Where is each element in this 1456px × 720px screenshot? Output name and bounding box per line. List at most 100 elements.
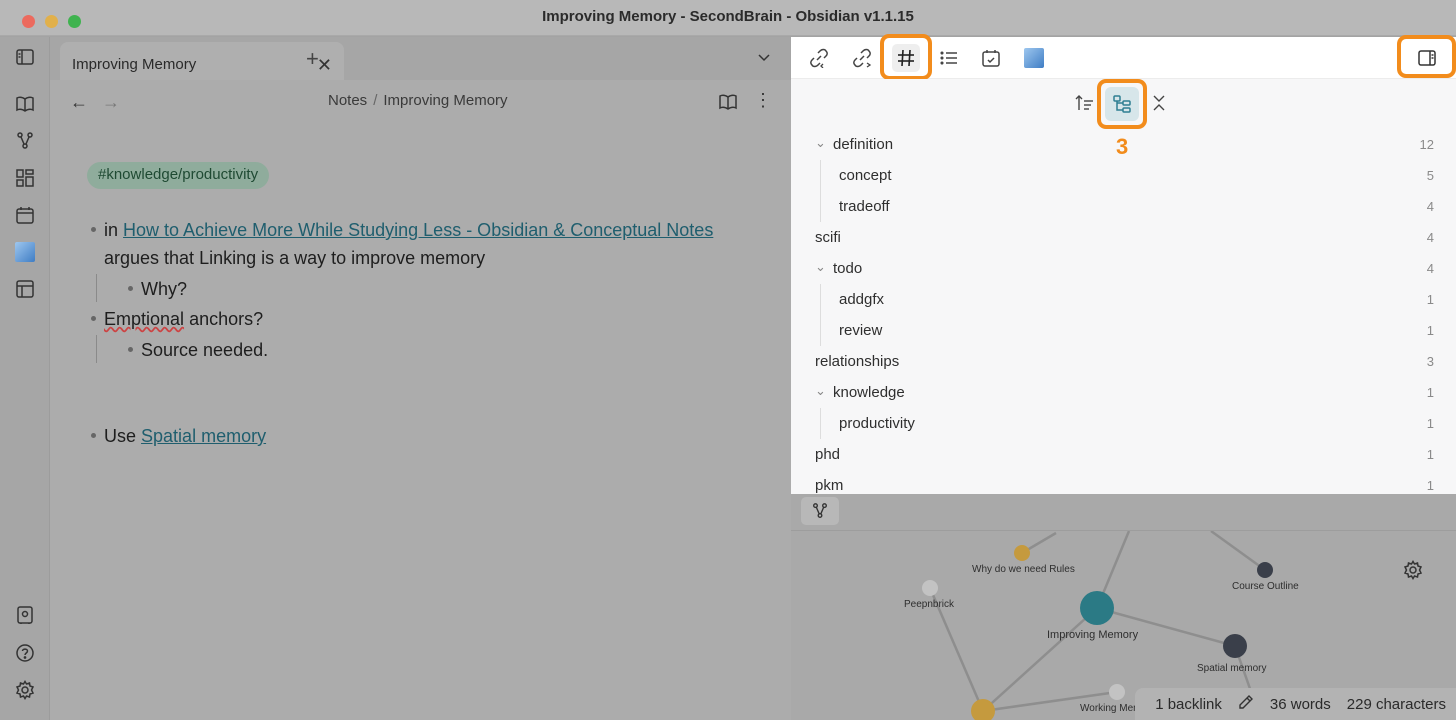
- breadcrumb-folder[interactable]: Notes: [328, 92, 367, 109]
- pencil-icon[interactable]: [1238, 694, 1254, 714]
- bullet-dot: [91, 432, 96, 438]
- title-bar: Improving Memory - SecondBrain - Obsidia…: [0, 0, 1456, 36]
- graph-node-active[interactable]: [1080, 591, 1114, 625]
- tag-item-tradeoff[interactable]: tradeoff 4: [791, 191, 1456, 222]
- graph-view-icon: [813, 503, 827, 518]
- backlinks-icon[interactable]: [805, 44, 833, 72]
- layout-icon[interactable]: [12, 276, 38, 302]
- graph-node[interactable]: [1109, 684, 1125, 700]
- reading-view-icon[interactable]: [718, 92, 738, 117]
- gradient-square-icon[interactable]: [1020, 44, 1048, 72]
- backlink-count[interactable]: 1 backlink: [1155, 696, 1222, 713]
- graph-node[interactable]: [922, 580, 938, 596]
- tag-item-concept[interactable]: concept 5: [791, 160, 1456, 191]
- bullet-dot: [91, 226, 96, 232]
- highlight-box-sidebar-toggle: [1397, 35, 1456, 78]
- tag-count: 1: [1426, 416, 1434, 431]
- calendar-icon[interactable]: [12, 202, 38, 228]
- tag-name: phd: [815, 446, 841, 463]
- breadcrumb-note[interactable]: Improving Memory: [383, 92, 507, 109]
- tag-name: knowledge: [833, 384, 905, 401]
- tab-title: Improving Memory: [72, 56, 197, 73]
- tag-pane-controls: 3: [791, 79, 1456, 159]
- chevron-down-icon[interactable]: ⌄: [815, 135, 826, 151]
- indent-guide: [96, 274, 97, 302]
- tag-item-relationships[interactable]: relationships 3: [791, 346, 1456, 377]
- list-item: Why?: [128, 279, 187, 300]
- vault-icon[interactable]: [12, 602, 38, 628]
- close-icon[interactable]: ✕: [317, 55, 332, 76]
- outline-list-icon[interactable]: [935, 44, 963, 72]
- outgoing-links-icon[interactable]: [848, 44, 876, 72]
- tag-name: scifi: [815, 229, 841, 246]
- back-arrow-icon[interactable]: ←: [70, 92, 88, 113]
- tag-count: 4: [1426, 230, 1434, 245]
- graph-node[interactable]: [1223, 634, 1247, 658]
- graph-tab[interactable]: [801, 497, 839, 525]
- tag-count: 3: [1426, 354, 1434, 369]
- line-text: Use: [104, 426, 137, 446]
- tag-count: 4: [1426, 199, 1434, 214]
- tag-tree: ⌄ definition 12 concept 5 tradeoff 4 sci…: [791, 129, 1456, 494]
- graph-node-label: Improving Memory: [1047, 629, 1139, 641]
- gradient-square-icon[interactable]: [12, 239, 38, 265]
- open-book-icon[interactable]: [12, 91, 38, 117]
- tag-count: 1: [1426, 478, 1434, 493]
- tag-item-pkm[interactable]: pkm 1: [791, 470, 1456, 494]
- tag-name: concept: [839, 167, 892, 184]
- help-icon[interactable]: [12, 640, 38, 666]
- graph-node-label: Peepnbrick: [904, 599, 955, 610]
- tag-item-phd[interactable]: phd 1: [791, 439, 1456, 470]
- tag-name: productivity: [839, 415, 915, 432]
- chevron-down-icon[interactable]: ⌄: [815, 383, 826, 399]
- internal-link[interactable]: Spatial memory: [141, 426, 266, 446]
- tag-name: tradeoff: [839, 198, 890, 215]
- graph-node[interactable]: [1257, 562, 1273, 578]
- settings-icon[interactable]: [12, 677, 38, 703]
- sort-icon[interactable]: [1075, 93, 1095, 118]
- more-options-icon[interactable]: ⋮: [754, 90, 772, 111]
- collapse-all-icon[interactable]: [1151, 93, 1167, 118]
- forward-arrow-icon[interactable]: →: [102, 92, 120, 113]
- tag-name: pkm: [815, 477, 844, 494]
- sidebar-toggle-icon[interactable]: [12, 44, 38, 70]
- tag-count: 12: [1419, 137, 1434, 152]
- indent-guide: [96, 335, 97, 363]
- tag-name: relationships: [815, 353, 900, 370]
- tab-improving-memory[interactable]: Improving Memory ✕: [60, 42, 344, 80]
- graph-node[interactable]: [1014, 545, 1030, 561]
- calendar-check-icon[interactable]: [977, 44, 1005, 72]
- new-tab-button[interactable]: +: [306, 46, 319, 72]
- internal-link[interactable]: How to Achieve More While Studying Less …: [123, 220, 713, 240]
- character-count: 229 characters: [1346, 695, 1446, 713]
- tag-name: definition: [833, 136, 894, 153]
- chevron-down-icon[interactable]: ⌄: [815, 259, 826, 275]
- callout-number: 3: [1116, 134, 1129, 159]
- tag-item-productivity[interactable]: productivity 1: [791, 408, 1456, 439]
- tag-item-review[interactable]: review 1: [791, 315, 1456, 346]
- chevron-down-icon[interactable]: [757, 50, 771, 69]
- tag-item-knowledge[interactable]: ⌄ knowledge 1: [791, 377, 1456, 408]
- window-title: Improving Memory - SecondBrain - Obsidia…: [542, 8, 914, 25]
- graph-node-label: Working Mem: [1080, 703, 1142, 714]
- tag-count: 4: [1426, 261, 1434, 276]
- tag-pill[interactable]: #knowledge/productivity: [87, 162, 270, 189]
- misspelled-word[interactable]: Emptional: [104, 309, 184, 329]
- tag-count: 1: [1426, 385, 1434, 400]
- highlight-box-tree-view: [1097, 79, 1147, 129]
- tag-item-todo[interactable]: ⌄ todo 4: [791, 253, 1456, 284]
- line-text: Source needed.: [141, 340, 269, 360]
- highlight-box-tags: [880, 34, 932, 80]
- graph-node-label: Why do we need Rules: [972, 564, 1075, 575]
- tab-bar: Improving Memory ✕ +: [50, 37, 791, 80]
- right-sidebar-tags: 2 1 3 ⌄ definition 12 concept 5 tradeoff: [791, 34, 1456, 494]
- tag-item-scifi[interactable]: scifi 4: [791, 222, 1456, 253]
- gear-icon[interactable]: [1403, 560, 1423, 585]
- graph-node-label: Course Outline: [1232, 581, 1299, 592]
- graph-view-icon[interactable]: [12, 128, 38, 154]
- editor-pane: ← → Notes / Improving Memory ⋮ #knowledge/…: [50, 80, 791, 720]
- canvas-icon[interactable]: [12, 165, 38, 191]
- list-item: Emptional anchors?: [91, 309, 263, 330]
- tag-item-addgfx[interactable]: addgfx 1: [791, 284, 1456, 315]
- graph-node-label: Spatial memory: [1197, 663, 1267, 674]
